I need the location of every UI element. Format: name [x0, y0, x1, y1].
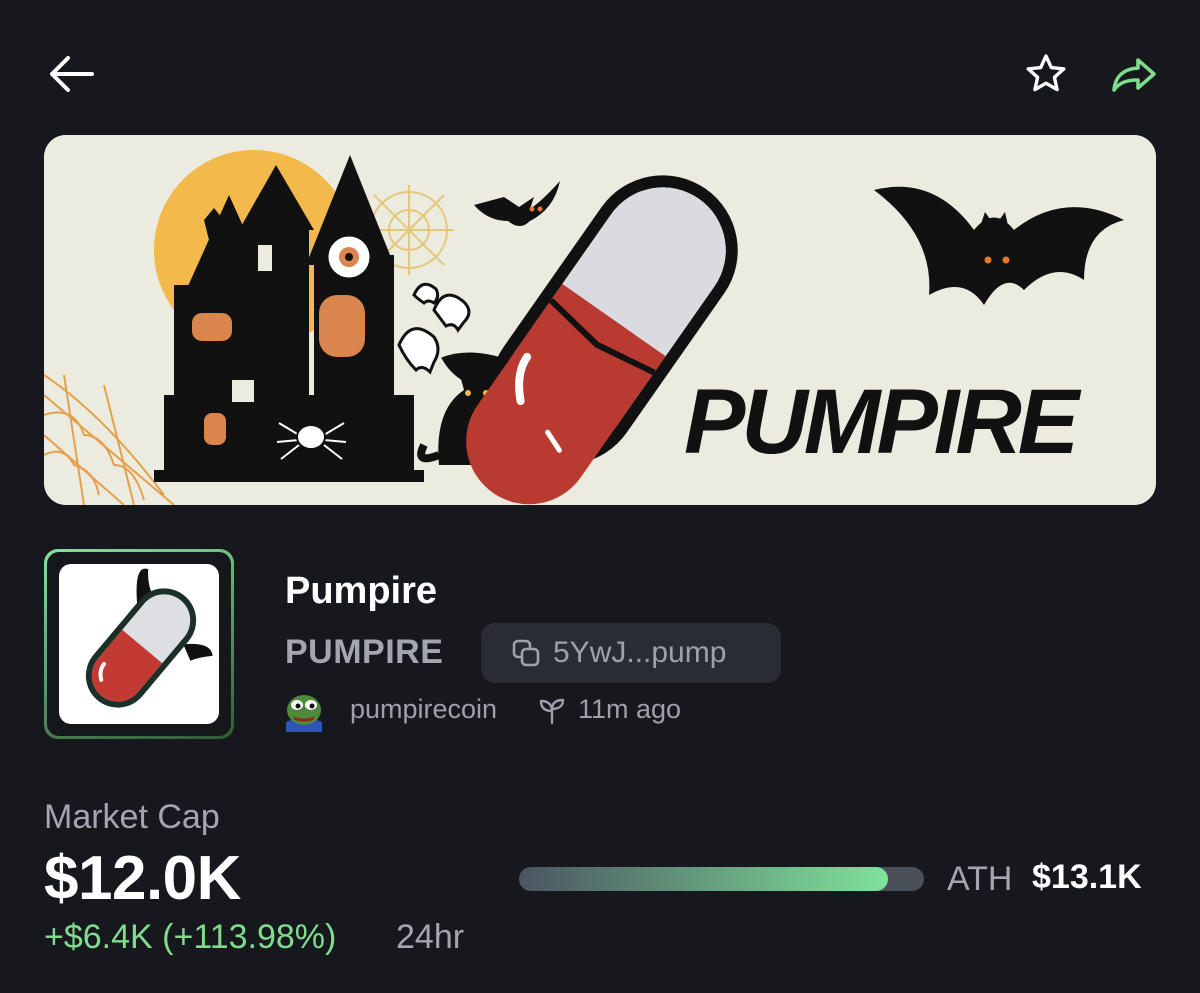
copy-address-button[interactable]: 5YwJ...pump [481, 623, 781, 683]
token-ticker: PUMPIRE [285, 633, 444, 671]
market-cap-label: Market Cap [44, 798, 220, 836]
token-age: 11m ago [578, 694, 682, 724]
share-icon [1112, 58, 1156, 92]
contract-address: 5YwJ...pump [553, 636, 727, 669]
token-banner: PUMPIRE [44, 135, 1156, 505]
ath-progress-fill [519, 867, 888, 891]
change-period: 24hr [396, 918, 465, 956]
market-cap-value: $12.0K [44, 844, 241, 913]
share-button[interactable] [1108, 50, 1160, 98]
star-icon [1026, 54, 1066, 92]
copy-icon [512, 639, 540, 667]
ath-value: $13.1K [1032, 858, 1142, 896]
token-avatar [44, 549, 234, 739]
favorite-button[interactable] [1022, 50, 1070, 98]
ath-progress-bar [519, 867, 924, 891]
ath-label: ATH [947, 860, 1013, 898]
creator-avatar[interactable] [284, 688, 324, 732]
arrow-left-icon [50, 56, 94, 92]
market-cap-change: +$6.4K (+113.98%) [44, 918, 337, 956]
pill-logo-icon [85, 568, 213, 708]
back-button[interactable] [44, 52, 100, 96]
creator-username[interactable]: pumpirecoin [350, 694, 497, 725]
sprout-icon [538, 697, 566, 725]
banner-wordmark: PUMPIRE [684, 371, 1082, 473]
token-name: Pumpire [285, 570, 438, 612]
